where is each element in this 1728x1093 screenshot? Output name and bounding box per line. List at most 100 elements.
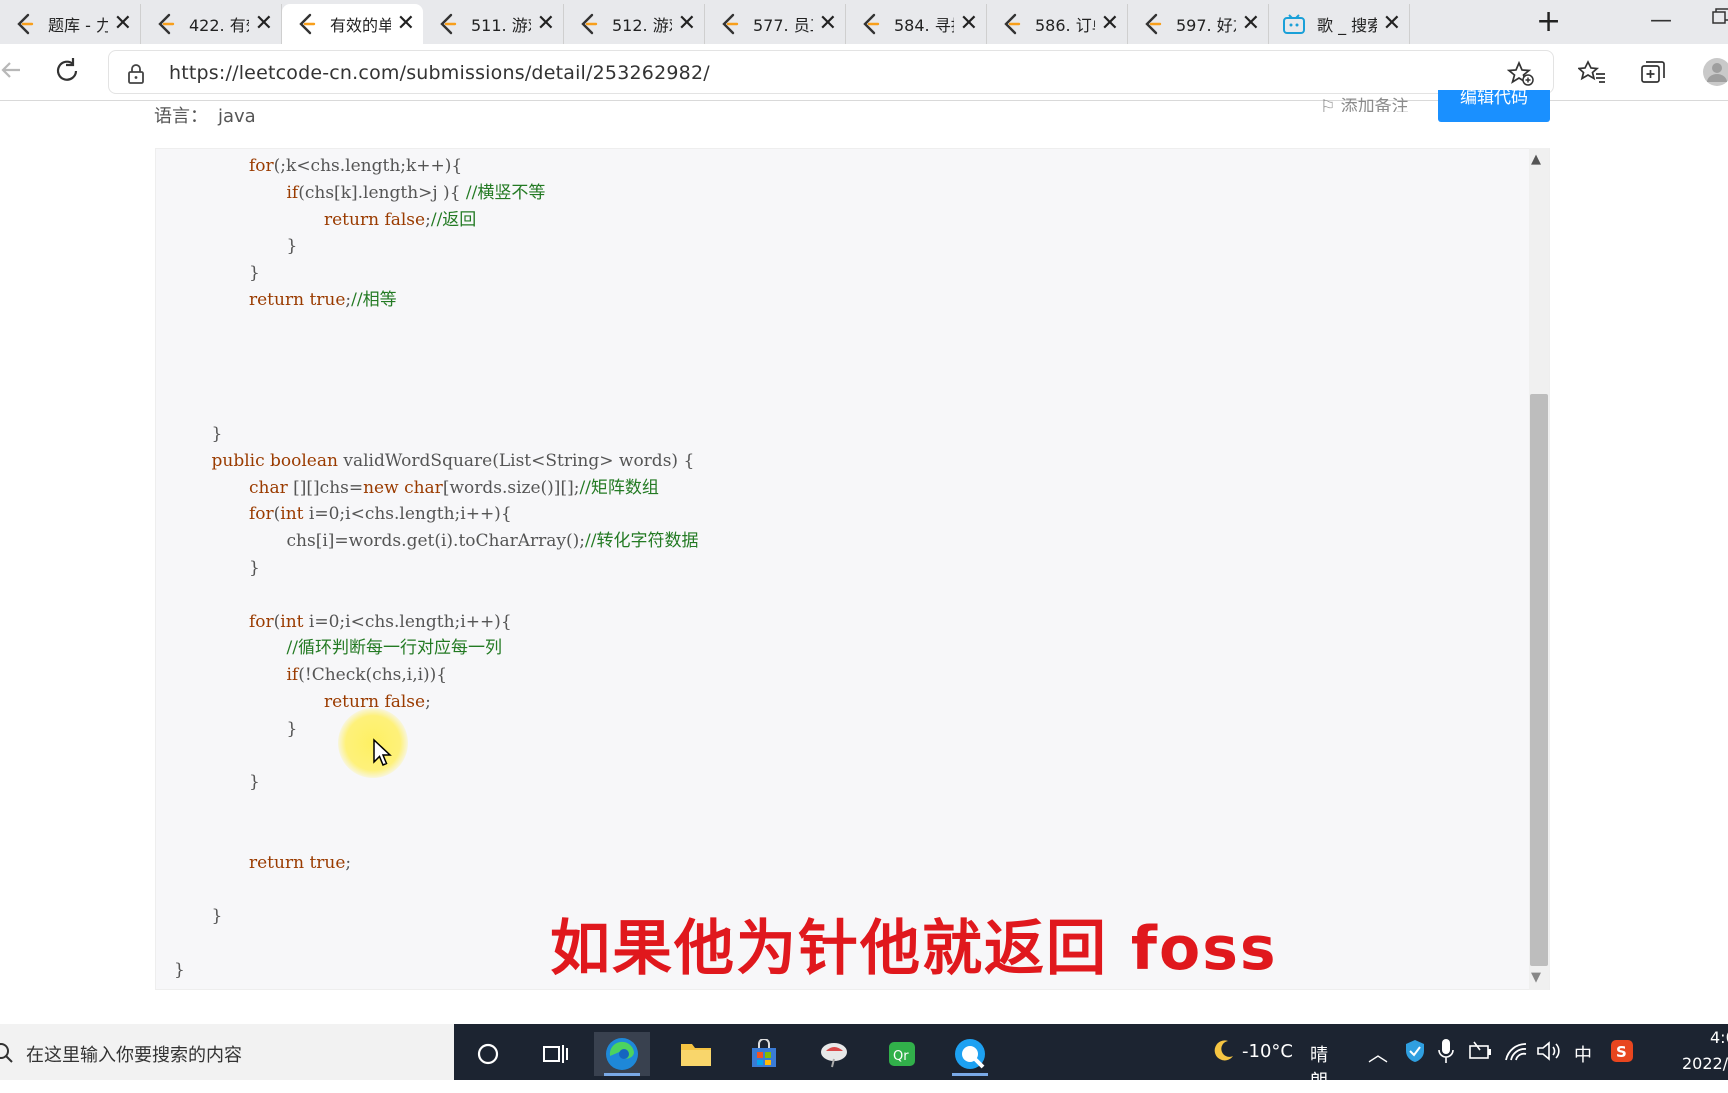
add-note-link[interactable]: ⚐ 添加备注 — [1320, 92, 1409, 112]
code-line: } — [249, 771, 260, 793]
code-text: } — [249, 772, 260, 793]
code-text: ; — [425, 692, 431, 712]
chevron-up-icon[interactable]: ︿ — [1368, 1038, 1388, 1067]
close-tab-icon[interactable]: ✕ — [114, 13, 132, 35]
language-label: 语言： java — [154, 102, 256, 128]
svg-text:Qr: Qr — [893, 1049, 909, 1064]
code-viewer[interactable]: for(;k<chs.length;k++){ if(chs[k].length>… — [155, 148, 1550, 990]
add-favorite-icon[interactable] — [1507, 61, 1535, 87]
code-line: } — [174, 959, 185, 981]
close-tab-icon[interactable]: ✕ — [537, 13, 555, 35]
moon-weather-icon[interactable] — [1210, 1038, 1236, 1064]
scroll-up-arrow-icon[interactable]: ▲ — [1531, 152, 1541, 167]
sogou-ime-icon[interactable]: S — [1610, 1039, 1634, 1063]
clock-time[interactable]: 4:08 — [1710, 1028, 1728, 1047]
code-line: for(;k<chs.length;k++){ — [249, 155, 462, 177]
code-comment: //返回 — [430, 209, 477, 230]
weather-condition[interactable]: 晴朗 — [1310, 1041, 1328, 1093]
code-keyword: return true — [249, 852, 346, 873]
code-line: if(!Check(chs,i,i)){ — [287, 664, 448, 686]
close-tab-icon[interactable]: ✕ — [1383, 13, 1401, 35]
url-text[interactable]: https://leetcode-cn.com/submissions/deta… — [169, 62, 710, 84]
favorites-icon[interactable] — [1578, 60, 1606, 84]
code-keyword: char — [249, 477, 294, 498]
scrollbar-thumb[interactable] — [1530, 394, 1548, 966]
cortana-button[interactable] — [460, 1032, 516, 1076]
code-comment: //相等 — [351, 290, 397, 310]
browser-tab[interactable]: 584. 寻找 ✕ — [846, 4, 987, 44]
leetcode-icon — [1142, 13, 1164, 35]
new-tab-button[interactable]: + — [1536, 6, 1561, 38]
code-line: } — [212, 905, 223, 927]
browser-tab[interactable]: 422. 有效 ✕ — [141, 4, 282, 44]
code-line: if(chs[k].length>j ){ //横竖不等 — [287, 182, 546, 204]
file-explorer-button[interactable] — [668, 1032, 724, 1076]
code-text: } — [286, 236, 298, 257]
code-text: } — [211, 424, 223, 444]
wifi-icon[interactable] — [1504, 1040, 1528, 1062]
close-tab-icon[interactable]: ✕ — [1242, 13, 1260, 35]
browser-tab[interactable]: 586. 订单 ✕ — [987, 4, 1128, 44]
code-keyword: int — [280, 611, 309, 632]
address-bar[interactable]: https://leetcode-cn.com/submissions/deta… — [108, 50, 1554, 94]
code-line: //循环判断每一行对应每一列 — [287, 637, 502, 659]
battery-icon[interactable] — [1468, 1040, 1492, 1062]
edit-code-button[interactable]: 编辑代码 — [1438, 90, 1550, 122]
microphone-icon[interactable] — [1438, 1038, 1454, 1064]
browser-tab[interactable]: 有效的单 ✕ — [282, 4, 423, 44]
app-button-2[interactable]: Qr — [874, 1032, 930, 1076]
close-tab-icon[interactable]: ✕ — [678, 13, 696, 35]
browser-tab[interactable]: 歌 _ 搜索 ✕ — [1269, 4, 1410, 44]
volume-icon[interactable] — [1536, 1040, 1562, 1062]
code-text: [][]chs= — [293, 477, 364, 498]
code-text: } — [174, 960, 185, 980]
reload-icon[interactable] — [52, 56, 82, 86]
close-tab-icon[interactable]: ✕ — [1101, 13, 1119, 35]
collections-icon[interactable] — [1640, 60, 1666, 84]
code-line: } — [249, 262, 260, 284]
code-keyword: return true — [249, 290, 346, 310]
clock-date[interactable]: 2022/2/2 — [1682, 1054, 1728, 1073]
scroll-down-arrow-icon[interactable]: ▼ — [1531, 970, 1541, 985]
app-button-1[interactable] — [806, 1032, 862, 1076]
code-keyword: int — [280, 504, 309, 525]
input-method-indicator[interactable]: 中 — [1574, 1041, 1592, 1067]
back-arrow-icon[interactable] — [0, 56, 22, 84]
browser-tab[interactable]: 511. 游戏 ✕ — [423, 4, 564, 44]
app-button-3[interactable] — [942, 1032, 998, 1076]
tab-title: 586. 订单 — [1035, 16, 1095, 35]
browser-tab[interactable]: 577. 员工 ✕ — [705, 4, 846, 44]
edge-taskbar-button[interactable] — [594, 1032, 650, 1076]
taskbar: 在这里输入你要搜索的内容 Qr -10°C 晴朗 ︿ 中 S 4: 2022/ — [0, 1024, 1728, 1092]
restore-window-icon[interactable] — [1712, 8, 1728, 24]
weather-temperature[interactable]: -10°C — [1242, 1041, 1293, 1062]
language-value: java — [218, 106, 256, 127]
shield-security-icon[interactable] — [1404, 1039, 1426, 1063]
leetcode-icon — [578, 13, 600, 35]
task-view-icon — [543, 1045, 568, 1063]
store-button[interactable] — [736, 1032, 792, 1076]
profile-avatar-icon[interactable] — [1702, 56, 1728, 88]
close-tab-icon[interactable]: ✕ — [397, 13, 415, 35]
code-text: (;k<chs.length;k++){ — [273, 156, 463, 176]
code-text: ; — [345, 852, 352, 873]
browser-tab[interactable]: 597. 好友 ✕ — [1128, 4, 1269, 44]
code-text: } — [286, 718, 298, 739]
minimize-button[interactable]: — — [1650, 8, 1672, 33]
tab-title: 题库 - 力 — [48, 16, 108, 35]
search-icon[interactable] — [0, 1042, 14, 1064]
code-line: return true;//相等 — [249, 289, 397, 311]
taskbar-search-placeholder[interactable]: 在这里输入你要搜索的内容 — [26, 1041, 242, 1067]
bilibili-icon — [1283, 13, 1305, 35]
taskbar-search-box[interactable]: 在这里输入你要搜索的内容 — [0, 1024, 454, 1080]
store-bag-icon — [752, 1039, 776, 1067]
leetcode-icon — [437, 13, 459, 35]
task-view-button[interactable] — [528, 1032, 584, 1076]
close-tab-icon[interactable]: ✕ — [960, 13, 978, 35]
close-tab-icon[interactable]: ✕ — [819, 13, 837, 35]
close-tab-icon[interactable]: ✕ — [255, 13, 273, 35]
browser-tab[interactable]: 512. 游戏 ✕ — [564, 4, 705, 44]
browser-tab[interactable]: 题库 - 力 ✕ — [0, 4, 141, 44]
lock-icon[interactable] — [127, 63, 145, 85]
leetcode-icon — [296, 13, 318, 35]
